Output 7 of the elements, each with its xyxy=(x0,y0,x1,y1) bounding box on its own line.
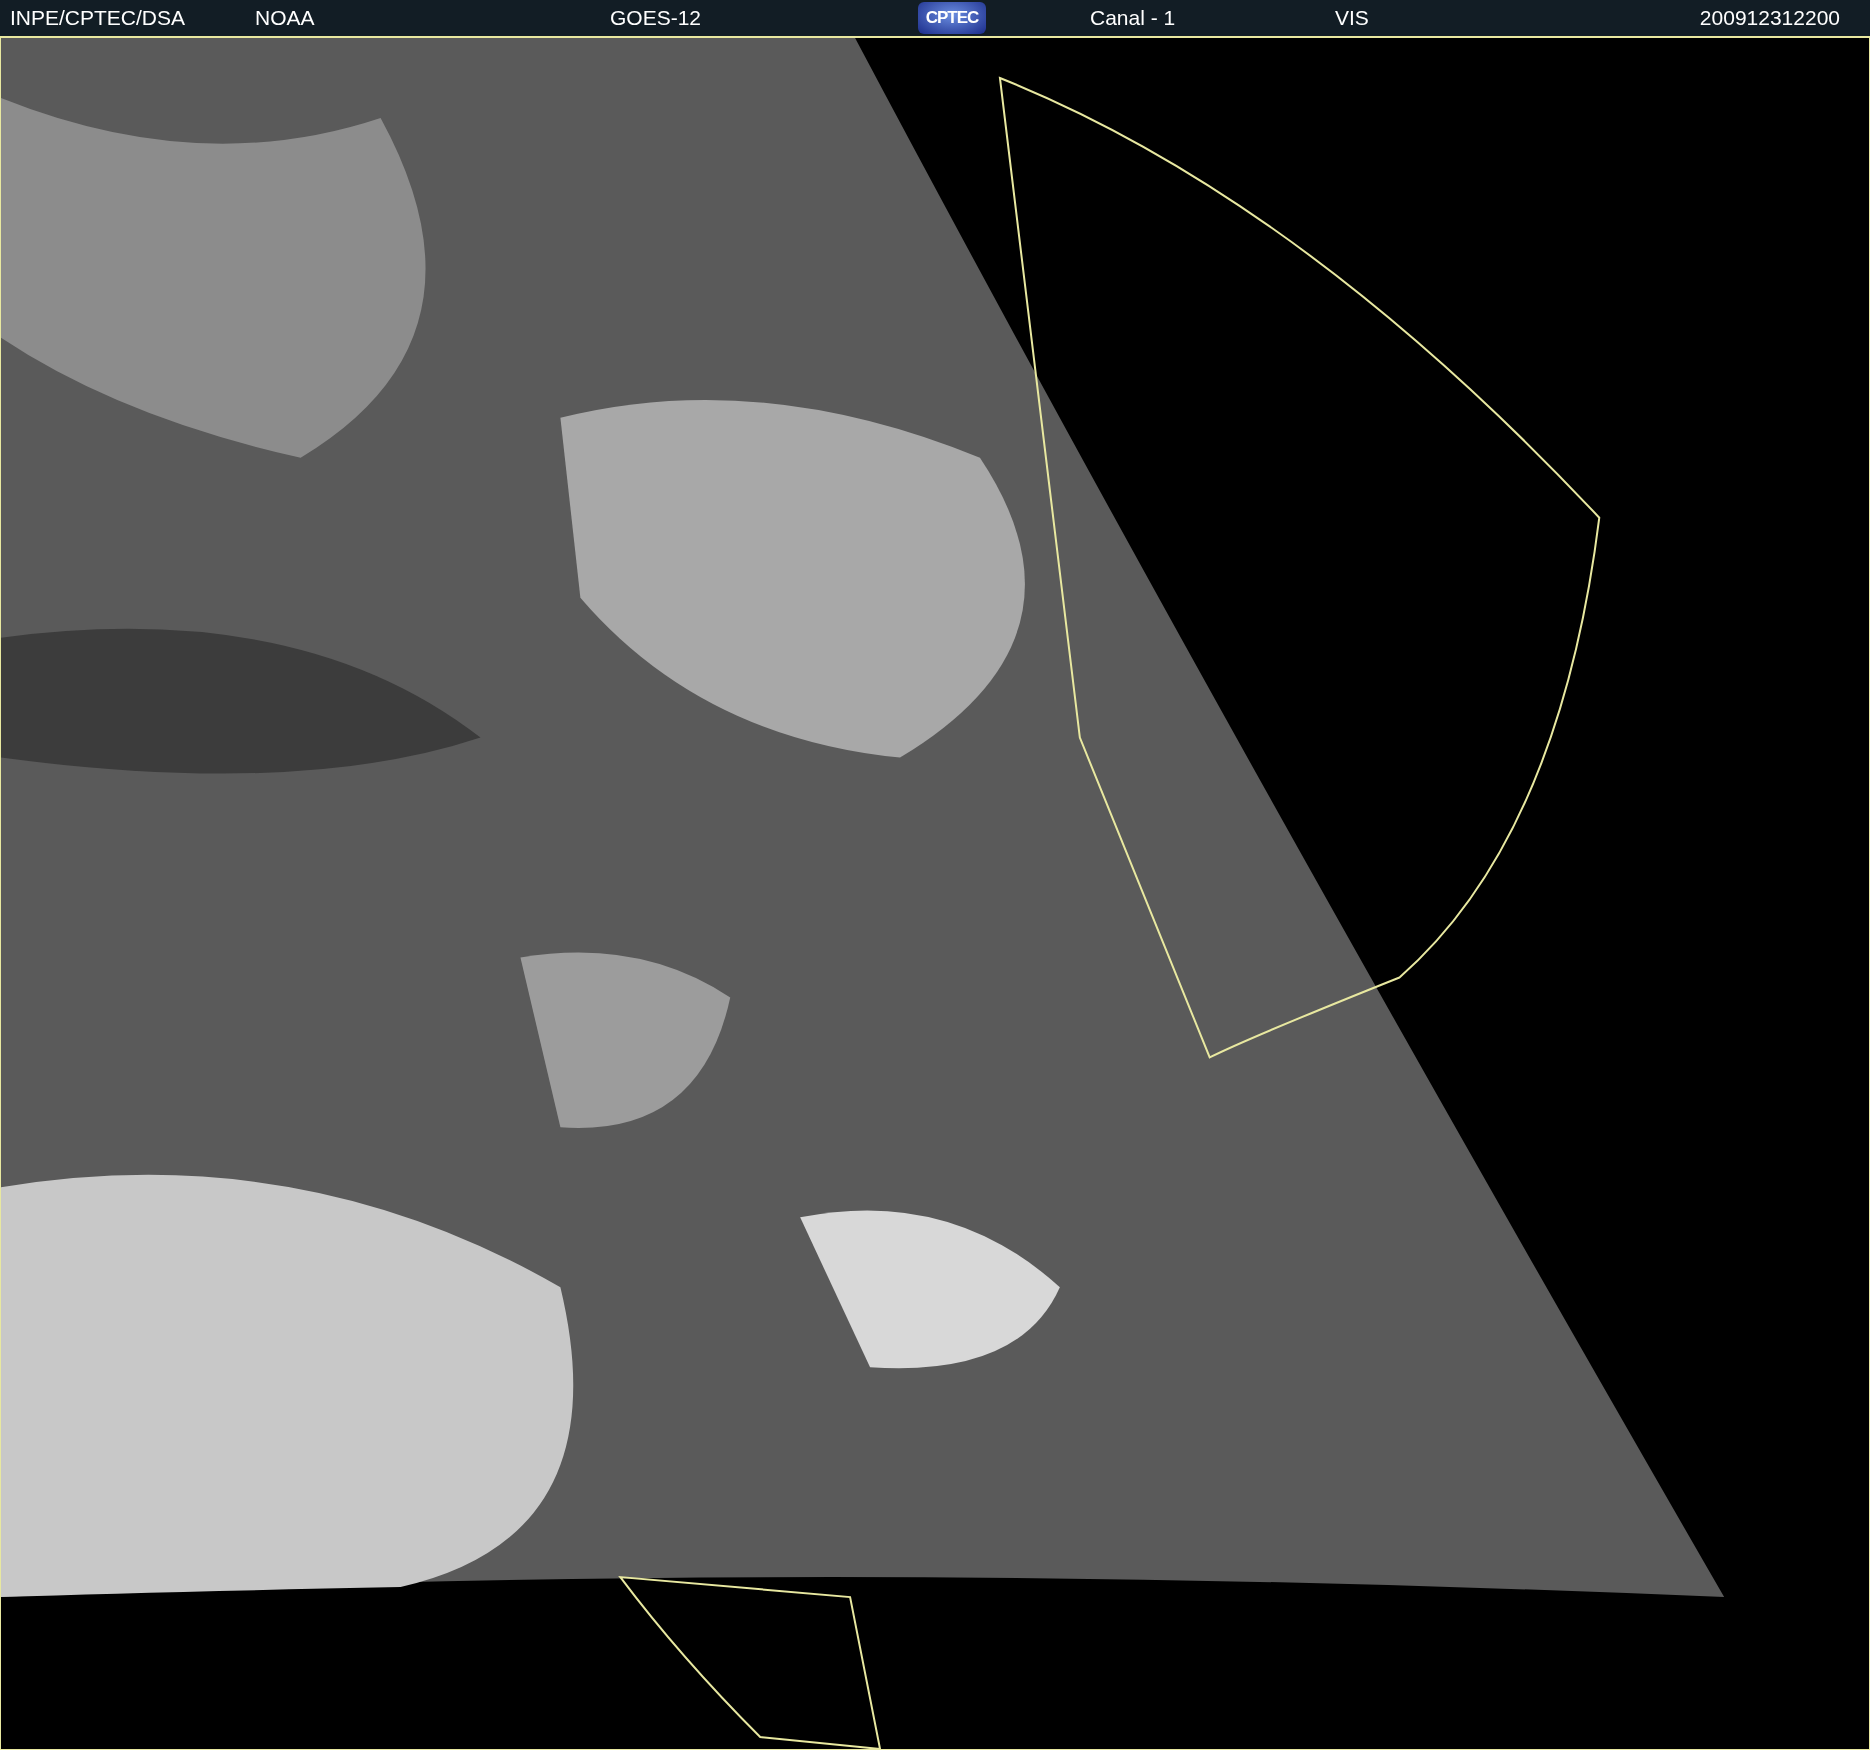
header-label: Canal - 1 xyxy=(1089,6,1177,30)
header-label: INPE/CPTEC/DSA xyxy=(9,6,187,30)
header-label: VIS xyxy=(1334,6,1370,30)
logo: CPTEC xyxy=(918,2,986,34)
header-label: NOAA xyxy=(254,6,316,30)
timestamp: 200912312200 xyxy=(1699,6,1841,30)
header-label: GOES-12 xyxy=(609,6,703,30)
